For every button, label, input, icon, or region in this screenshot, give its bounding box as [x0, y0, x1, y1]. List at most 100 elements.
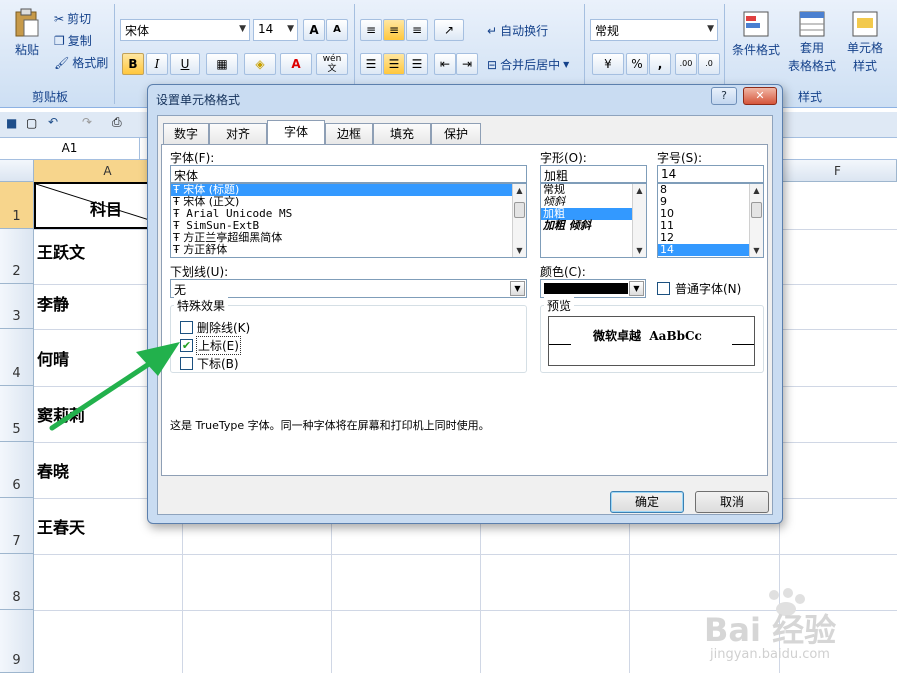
- font-size-list[interactable]: 8 9 10 11 12 14 ▲ ▼: [657, 183, 764, 258]
- close-button[interactable]: ✕: [743, 87, 777, 105]
- scroll-up-icon[interactable]: ▲: [750, 184, 763, 197]
- orientation-button[interactable]: ↗: [434, 19, 464, 41]
- normal-font-checkbox[interactable]: [657, 282, 670, 295]
- row-header-5[interactable]: 5: [0, 386, 34, 442]
- row-header-9[interactable]: 9: [0, 610, 34, 673]
- name-box[interactable]: A1: [0, 138, 140, 159]
- help-button[interactable]: ?: [711, 87, 737, 105]
- tab-number[interactable]: 数字: [163, 123, 209, 145]
- cancel-label: 取消: [719, 495, 744, 509]
- row-header-4[interactable]: 4: [0, 329, 34, 386]
- new-file-icon[interactable]: ▢: [26, 116, 37, 130]
- row-header-6[interactable]: 6: [0, 442, 34, 498]
- font-size-combo[interactable]: 14 ▼: [253, 19, 298, 41]
- tab-label: 对齐: [225, 127, 250, 141]
- tab-font[interactable]: 字体: [267, 120, 325, 146]
- merge-center-button[interactable]: ⊟ 合并后居中 ▼: [487, 56, 569, 73]
- cell-a7[interactable]: 王春天: [37, 514, 85, 538]
- align-center-button[interactable]: ☰: [383, 53, 405, 75]
- font-name-label: 字体(F):: [170, 151, 215, 165]
- underline-icon: U: [180, 57, 190, 71]
- scrollbar[interactable]: ▲ ▼: [749, 184, 763, 257]
- fill-color-button[interactable]: ◈: [244, 53, 276, 75]
- italic-button[interactable]: I: [146, 53, 168, 75]
- cell-text: 李静: [37, 295, 70, 314]
- accounting-format-button[interactable]: ¥: [592, 53, 624, 75]
- tab-fill[interactable]: 填充: [373, 123, 431, 145]
- redo-icon[interactable]: ↷: [82, 115, 92, 129]
- underline-select[interactable]: 无 ▼: [170, 279, 527, 298]
- increase-decimal-button[interactable]: .00: [675, 53, 697, 75]
- color-select[interactable]: ▼: [540, 279, 646, 298]
- shrink-font-button[interactable]: A: [326, 19, 348, 41]
- row-header-2[interactable]: 2: [0, 229, 34, 284]
- scroll-down-icon[interactable]: ▼: [750, 244, 763, 257]
- list-item[interactable]: Ŧ 方正舒体: [171, 244, 526, 256]
- select-all-corner[interactable]: [0, 160, 34, 182]
- font-size-input[interactable]: 14: [657, 165, 764, 183]
- row-header-3[interactable]: 3: [0, 284, 34, 329]
- copy-button[interactable]: ❐ 复制: [54, 32, 92, 49]
- align-bottom-button[interactable]: ≡: [406, 19, 428, 41]
- tab-alignment[interactable]: 对齐: [209, 123, 267, 145]
- row-header-1[interactable]: 1: [0, 182, 34, 229]
- cell-a3[interactable]: 李静: [37, 291, 69, 315]
- percent-button[interactable]: %: [626, 53, 648, 75]
- baidu-watermark: Bai 经验 jingyan.baidu.com: [704, 587, 889, 667]
- column-header-f[interactable]: F: [779, 160, 897, 182]
- scroll-up-icon[interactable]: ▲: [513, 184, 526, 197]
- scroll-thumb[interactable]: [514, 202, 525, 218]
- undo-icon[interactable]: ↶: [48, 115, 58, 129]
- number-format-combo[interactable]: 常规 ▼: [590, 19, 718, 41]
- bold-button[interactable]: B: [122, 53, 144, 75]
- scroll-thumb[interactable]: [751, 202, 762, 218]
- align-left-button[interactable]: ☰: [360, 53, 382, 75]
- row-header-8[interactable]: 8: [0, 554, 34, 610]
- cell-a6[interactable]: 春晓: [37, 458, 69, 482]
- font-style-input[interactable]: 加粗: [540, 165, 647, 183]
- cancel-button[interactable]: 取消: [695, 491, 769, 513]
- scrollbar[interactable]: ▲ ▼: [632, 184, 646, 257]
- format-as-table-button[interactable]: 套用 表格格式: [784, 10, 840, 74]
- font-name-input[interactable]: 宋体: [170, 165, 527, 183]
- tab-protection[interactable]: 保护: [431, 123, 481, 145]
- align-right-button[interactable]: ☰: [406, 53, 428, 75]
- cell-a2[interactable]: 王跃文: [37, 239, 85, 263]
- conditional-format-button[interactable]: 条件格式: [730, 10, 782, 58]
- border-button[interactable]: ▦: [206, 53, 238, 75]
- align-top-button[interactable]: ≡: [360, 19, 382, 41]
- scroll-down-icon[interactable]: ▼: [513, 244, 526, 257]
- wrap-text-button[interactable]: ↵ 自动换行: [487, 22, 548, 39]
- chevron-down-icon[interactable]: ▼: [629, 281, 644, 296]
- scroll-up-icon[interactable]: ▲: [633, 184, 646, 197]
- list-item[interactable]: 14: [658, 244, 763, 256]
- print-preview-icon[interactable]: ⎙: [112, 115, 122, 130]
- font-style-list[interactable]: 常规 倾斜 加粗 加粗 倾斜 ▲ ▼: [540, 183, 647, 258]
- cell-styles-button[interactable]: 单元格 样式: [842, 10, 888, 74]
- save-icon[interactable]: ■: [6, 116, 17, 130]
- comma-button[interactable]: ,: [649, 53, 671, 75]
- underline-button[interactable]: U: [170, 53, 200, 75]
- decrease-indent-button[interactable]: ⇤: [434, 53, 456, 75]
- grow-font-button[interactable]: A: [303, 19, 325, 41]
- increase-indent-button[interactable]: ⇥: [456, 53, 478, 75]
- font-name-list[interactable]: Ŧ 宋体 (标题) Ŧ 宋体 (正文) Ŧ Arial Unicode MS Ŧ…: [170, 183, 527, 258]
- format-painter-button[interactable]: 🖌 格式刷: [54, 54, 108, 71]
- list-item[interactable]: 8: [658, 184, 763, 196]
- dialog-body: 数字 对齐 字体 边框 填充 保护 字体(F): 宋体 Ŧ 宋体 (标题) Ŧ …: [157, 115, 773, 515]
- decrease-decimal-button[interactable]: .0: [698, 53, 720, 75]
- chevron-down-icon[interactable]: ▼: [510, 281, 525, 296]
- row-header-7[interactable]: 7: [0, 498, 34, 554]
- scroll-down-icon[interactable]: ▼: [633, 244, 646, 257]
- tab-border[interactable]: 边框: [325, 123, 373, 145]
- preview-box: 微软卓越 AaBbCc: [548, 316, 755, 366]
- cut-button[interactable]: ✂ 剪切: [54, 10, 91, 27]
- font-name-combo[interactable]: 宋体 ▼: [120, 19, 250, 41]
- list-item[interactable]: 加粗 倾斜: [541, 220, 646, 232]
- align-middle-button[interactable]: ≡: [383, 19, 405, 41]
- paste-button[interactable]: 粘贴: [10, 8, 44, 58]
- phonetic-button[interactable]: wén 文: [316, 53, 348, 75]
- ok-button[interactable]: 确定: [610, 491, 684, 513]
- scrollbar[interactable]: ▲ ▼: [512, 184, 526, 257]
- font-color-button[interactable]: A: [280, 53, 312, 75]
